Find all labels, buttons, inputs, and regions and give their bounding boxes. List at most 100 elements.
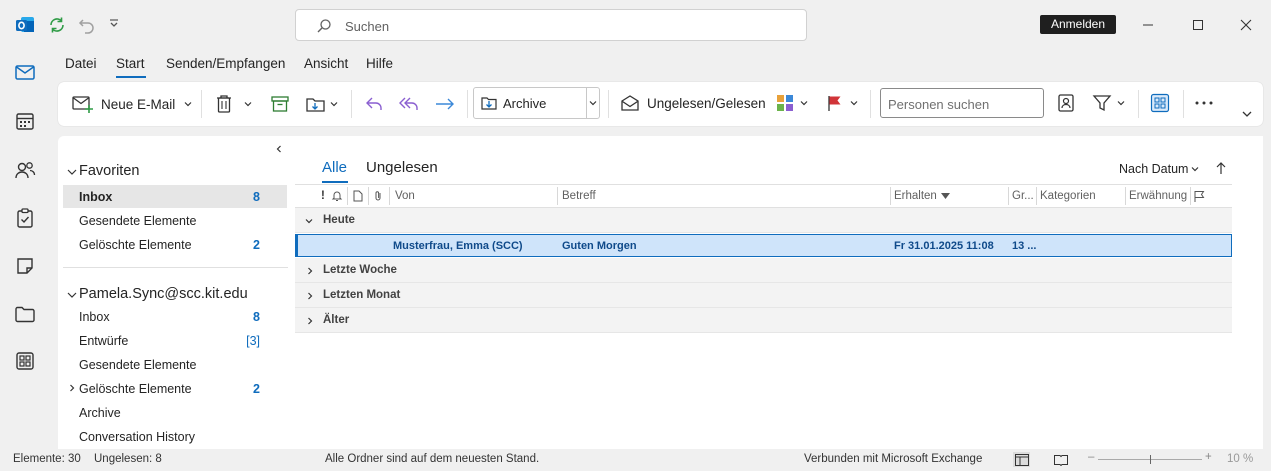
new-mail-button[interactable]: Neue E-Mail — [72, 82, 193, 126]
from-column[interactable]: Von — [395, 190, 415, 202]
folder-deleted-count: 2 — [253, 382, 260, 396]
zoom-out-button[interactable]: – — [1088, 451, 1094, 463]
categorize-button[interactable] — [776, 94, 809, 112]
folder-deleted[interactable]: Gelöschte Elemente — [79, 382, 192, 396]
importance-column[interactable]: ! — [321, 190, 325, 202]
chevron-right-icon[interactable] — [67, 383, 77, 393]
tasks-icon[interactable] — [13, 206, 37, 230]
received-column[interactable]: Erhalten — [894, 190, 937, 202]
sort-direction-icon[interactable] — [1215, 161, 1227, 175]
chevron-down-icon[interactable] — [588, 98, 598, 108]
reply-all-icon — [399, 97, 418, 110]
menu-datei[interactable]: Datei — [65, 56, 97, 71]
ribbon-divider — [1183, 90, 1184, 118]
menu-senden-empfangen[interactable]: Senden/Empfangen — [166, 56, 285, 71]
menu-start[interactable]: Start — [116, 56, 145, 71]
group-header-last-month[interactable]: Letzten Monat — [295, 283, 1232, 308]
people-icon[interactable] — [13, 158, 37, 182]
persons-search-input[interactable]: Personen suchen — [880, 88, 1044, 118]
chevron-down-icon[interactable] — [1116, 98, 1126, 108]
apps-icon[interactable] — [13, 349, 37, 373]
delete-button[interactable] — [215, 82, 253, 126]
contact-card-icon[interactable] — [1056, 93, 1076, 113]
mail-icon[interactable] — [13, 60, 37, 84]
active-menu-indicator — [116, 76, 146, 78]
reply-button[interactable] — [364, 82, 384, 126]
chevron-down-icon[interactable] — [1190, 164, 1200, 174]
folder-conversation-history[interactable]: Conversation History — [79, 430, 195, 444]
chevron-down-icon[interactable] — [66, 289, 78, 301]
close-icon[interactable] — [1234, 13, 1258, 37]
reading-view-icon[interactable] — [1054, 454, 1068, 466]
search-box[interactable]: Suchen — [295, 9, 807, 41]
group-header-today[interactable]: Heute — [295, 208, 1232, 233]
minimize-icon[interactable] — [1136, 13, 1160, 37]
flag-button[interactable] — [826, 94, 859, 112]
group-header-last-week[interactable]: Letzte Woche — [295, 258, 1232, 283]
archive-button[interactable] — [270, 82, 290, 126]
chevron-right-icon[interactable] — [305, 316, 315, 326]
chevron-down-icon[interactable] — [849, 98, 859, 108]
group-header-older[interactable]: Älter — [295, 308, 1232, 333]
favorite-deleted[interactable]: Gelöschte Elemente — [79, 238, 192, 252]
folder-sent[interactable]: Gesendete Elemente — [79, 358, 196, 372]
sync-icon[interactable] — [47, 15, 67, 35]
signin-button[interactable]: Anmelden — [1040, 15, 1116, 34]
chevron-down-icon[interactable] — [799, 98, 809, 108]
menu-ansicht[interactable]: Ansicht — [304, 56, 348, 71]
zoom-slider-thumb[interactable] — [1150, 455, 1151, 464]
delete-icon — [217, 95, 231, 113]
flag-status-icon[interactable] — [1193, 190, 1205, 202]
collapse-pane-icon[interactable] — [274, 144, 284, 154]
apps-grid-icon[interactable] — [1150, 93, 1170, 113]
message-row[interactable]: Musterfrau, Emma (SCC) Guten Morgen Fr 3… — [295, 234, 1232, 257]
reminder-icon[interactable] — [331, 190, 343, 202]
forward-button[interactable] — [434, 82, 456, 126]
favorite-sent[interactable]: Gesendete Elemente — [79, 214, 196, 228]
move-button[interactable] — [305, 82, 339, 126]
maximize-icon[interactable] — [1186, 13, 1210, 37]
chevron-right-icon[interactable] — [305, 291, 315, 301]
tab-unread[interactable]: Ungelesen — [366, 159, 438, 176]
notes-icon[interactable] — [13, 254, 37, 278]
chevron-down-icon[interactable] — [183, 99, 193, 109]
folder-icon[interactable] — [13, 302, 37, 326]
attachment-icon[interactable] — [373, 190, 383, 202]
subject-column[interactable]: Betreff — [562, 190, 596, 202]
chevron-right-icon[interactable] — [305, 266, 315, 276]
filter-button[interactable] — [1092, 94, 1126, 112]
unread-read-button[interactable]: Ungelesen/Gelesen — [620, 93, 766, 113]
column-divider — [1036, 187, 1037, 205]
menu-hilfe[interactable]: Hilfe — [366, 56, 393, 71]
chevron-down-icon[interactable] — [66, 166, 78, 178]
customize-icon[interactable] — [108, 18, 120, 30]
more-icon[interactable] — [1194, 93, 1214, 113]
favorites-header[interactable]: Favoriten — [79, 163, 139, 179]
normal-view-icon[interactable] — [1015, 454, 1029, 466]
reply-all-button[interactable] — [398, 82, 420, 126]
chevron-down-icon[interactable] — [304, 216, 314, 226]
message-subject: Guten Morgen — [562, 240, 637, 252]
folder-drafts[interactable]: Entwürfe — [79, 334, 128, 348]
archive-quickstep-select[interactable]: Archive — [473, 87, 600, 119]
status-sync: Alle Ordner sind auf dem neuesten Stand. — [325, 453, 540, 465]
size-column[interactable]: Gr... — [1012, 190, 1034, 202]
chevron-down-icon[interactable] — [243, 99, 253, 109]
document-icon[interactable] — [352, 190, 363, 202]
mention-column[interactable]: Erwähnung — [1129, 190, 1187, 202]
calendar-icon[interactable] — [13, 109, 37, 133]
undo-icon[interactable] — [77, 15, 97, 35]
favorite-inbox[interactable]: Inbox — [79, 190, 112, 204]
column-divider — [389, 187, 390, 205]
folder-inbox-count: 8 — [253, 310, 260, 324]
ribbon-collapse-icon[interactable] — [1241, 108, 1253, 120]
archive-icon — [271, 96, 289, 112]
sort-label[interactable]: Nach Datum — [1119, 162, 1188, 176]
zoom-in-button[interactable]: + — [1205, 451, 1212, 463]
chevron-down-icon[interactable] — [329, 99, 339, 109]
folder-archive[interactable]: Archive — [79, 406, 121, 420]
folder-inbox[interactable]: Inbox — [79, 310, 110, 324]
tab-all[interactable]: Alle — [322, 159, 347, 176]
categories-column[interactable]: Kategorien — [1040, 190, 1096, 202]
account-header[interactable]: Pamela.Sync@scc.kit.edu — [79, 286, 248, 302]
